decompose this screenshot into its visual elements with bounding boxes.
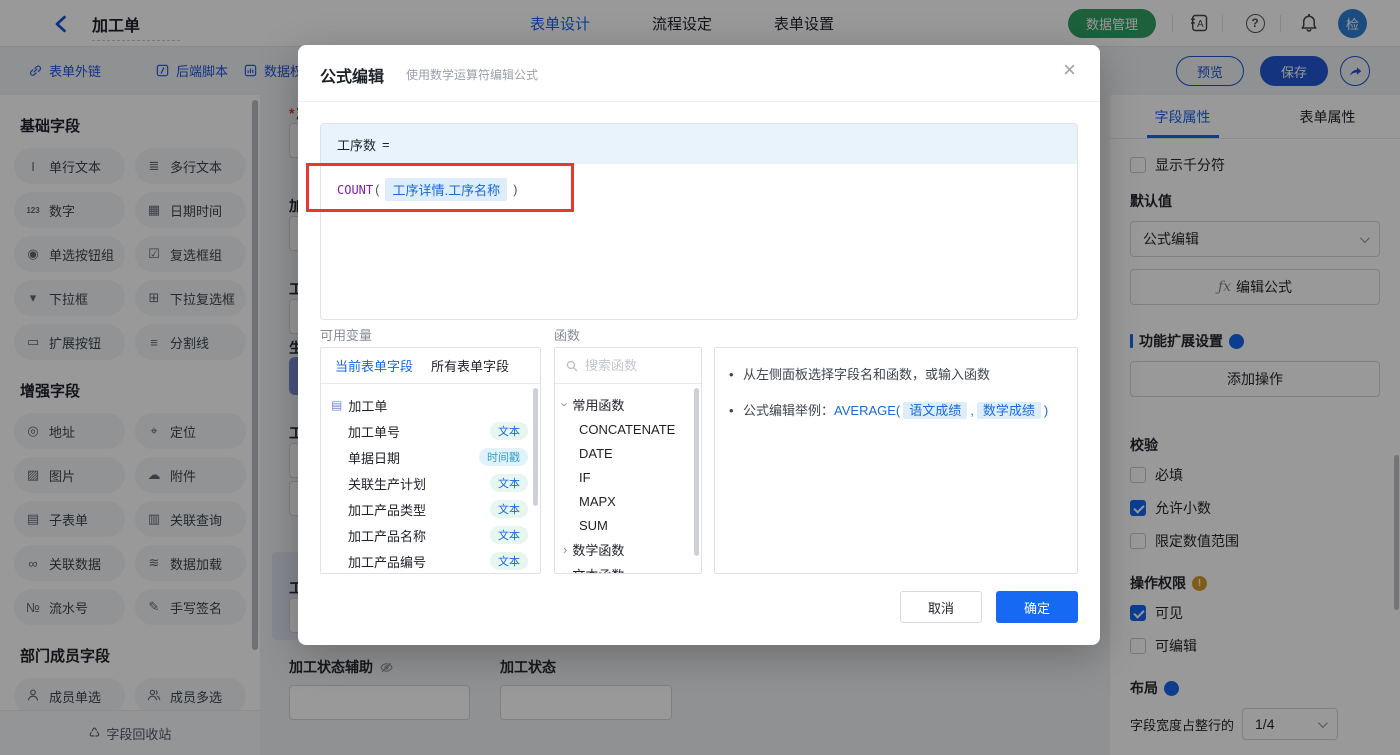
modal-title: 公式编辑	[320, 69, 385, 86]
magnifier-icon	[566, 360, 578, 371]
variables-tree: ▤ 加工单 加工单号 文本 单据日期 时间戳 关联生产计划 文本 加工产品类型 文本 加…	[321, 384, 540, 573]
count-function-token: COUNT	[337, 182, 374, 197]
variable-row[interactable]: 单据日期 时间戳	[321, 444, 540, 470]
variable-row[interactable]: 关联生产计划 文本	[321, 470, 540, 496]
formula-edit-modal: 公式编辑 使用数学运算符编辑公式 × 工序数 = COUNT ( 工序详情.工序…	[298, 45, 1100, 645]
formula-help-panel: 从左侧面板选择字段名和函数，或输入函数 公式编辑举例：AVERAGE(语文成绩,…	[714, 347, 1078, 574]
chevron-collapsed-icon: ›	[563, 567, 567, 573]
type-badge: 文本	[490, 474, 528, 492]
field-variable-chip[interactable]: 工序详情.工序名称	[385, 178, 508, 201]
functions-scrollbar[interactable]	[694, 388, 699, 556]
variables-scrollbar[interactable]	[533, 388, 538, 506]
help-line-1: 从左侧面板选择字段名和函数，或输入函数	[729, 364, 1063, 386]
tree-root-form[interactable]: ▤ 加工单	[321, 392, 540, 418]
variable-row[interactable]: 加工产品编号 文本	[321, 548, 540, 573]
chevron-collapsed-icon: ›	[563, 542, 568, 557]
tab-all-form-fields[interactable]: 所有表单字段	[431, 356, 509, 375]
close-paren-token: )	[1043, 403, 1049, 418]
confirm-button[interactable]: 确定	[996, 591, 1078, 623]
document-icon: ▤	[331, 398, 343, 412]
type-badge: 文本	[490, 422, 528, 440]
tab-current-form-fields[interactable]: 当前表单字段	[335, 356, 413, 375]
formula-target-band: 工序数 =	[321, 124, 1077, 164]
close-icon[interactable]: ×	[1063, 59, 1076, 81]
function-item[interactable]: DATE	[555, 441, 701, 465]
type-badge: 文本	[490, 500, 528, 518]
function-search-input[interactable]	[585, 358, 685, 373]
type-badge: 文本	[490, 552, 528, 570]
formula-target: 工序数	[337, 137, 377, 153]
chevron-expanded-icon: ›	[557, 402, 573, 407]
function-item[interactable]: MAPX	[555, 489, 701, 513]
formula-expression[interactable]: COUNT ( 工序详情.工序名称 )	[321, 164, 1077, 215]
modal-header: 公式编辑 使用数学运算符编辑公式 ×	[298, 45, 1100, 102]
function-item[interactable]: SUM	[555, 513, 701, 537]
function-search[interactable]	[555, 348, 701, 384]
close-paren: )	[513, 182, 518, 197]
app-window: 加工单 表单设计 流程设定 表单设置 数据管理 A ? 检 表单外链 后端脚本 …	[0, 0, 1400, 755]
function-item[interactable]: CONCATENATE	[555, 417, 701, 441]
variable-row[interactable]: 加工产品名称 文本	[321, 522, 540, 548]
function-group-math[interactable]: › 数学函数	[555, 537, 701, 562]
example-chip: 语文成绩	[903, 402, 968, 419]
formula-editor[interactable]: 工序数 = COUNT ( 工序详情.工序名称 )	[320, 123, 1078, 320]
variables-panel: 当前表单字段 所有表单字段 ▤ 加工单 加工单号 文本 单据日期 时间戳 关联生产计…	[320, 347, 541, 574]
variable-row[interactable]: 加工单号 文本	[321, 418, 540, 444]
open-paren: (	[375, 182, 380, 197]
function-item[interactable]: IF	[555, 465, 701, 489]
variables-tabs: 当前表单字段 所有表单字段	[321, 348, 540, 384]
equals-sign: =	[382, 136, 390, 152]
functions-panel: › 常用函数 CONCATENATE DATE IF MAPX SUM › 数学…	[554, 347, 702, 574]
average-function-token: AVERAGE(	[834, 403, 901, 418]
comma-token: ,	[970, 403, 974, 418]
modal-footer: 取消 确定	[298, 591, 1078, 623]
type-badge: 时间戳	[479, 448, 528, 466]
example-chip: 数学成绩	[976, 402, 1041, 419]
variables-section-label: 可用变量	[320, 328, 373, 343]
modal-subtitle: 使用数学运算符编辑公式	[406, 68, 539, 82]
variable-row[interactable]: 加工产品类型 文本	[321, 496, 540, 522]
functions-section-label: 函数	[554, 328, 581, 343]
tree-root-label: 加工单	[348, 398, 388, 414]
function-group-common[interactable]: › 常用函数	[555, 392, 701, 417]
type-badge: 文本	[490, 526, 528, 544]
function-group-text[interactable]: › 文本函数	[555, 562, 701, 573]
help-line-2: 公式编辑举例：AVERAGE(语文成绩,数学成绩)	[729, 400, 1063, 422]
cancel-button[interactable]: 取消	[900, 591, 982, 623]
